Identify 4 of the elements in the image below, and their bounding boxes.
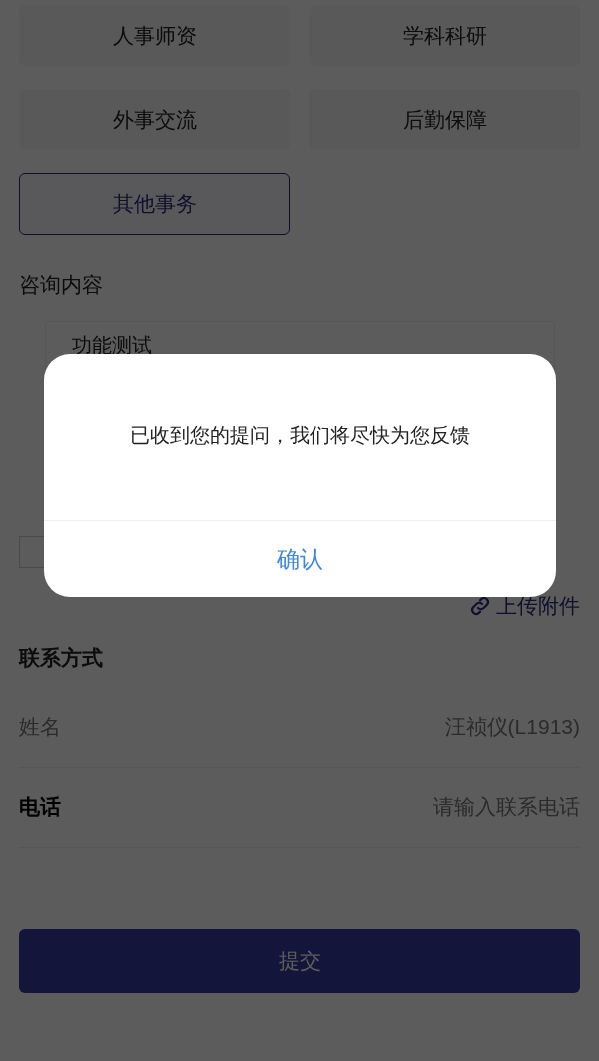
- section-title: 咨询内容: [19, 272, 104, 298]
- field-label: 电话: [19, 794, 61, 821]
- dialog-message: 已收到您的提问，我们将尽快为您反馈: [130, 423, 470, 448]
- section-title: 联系方式: [19, 644, 104, 671]
